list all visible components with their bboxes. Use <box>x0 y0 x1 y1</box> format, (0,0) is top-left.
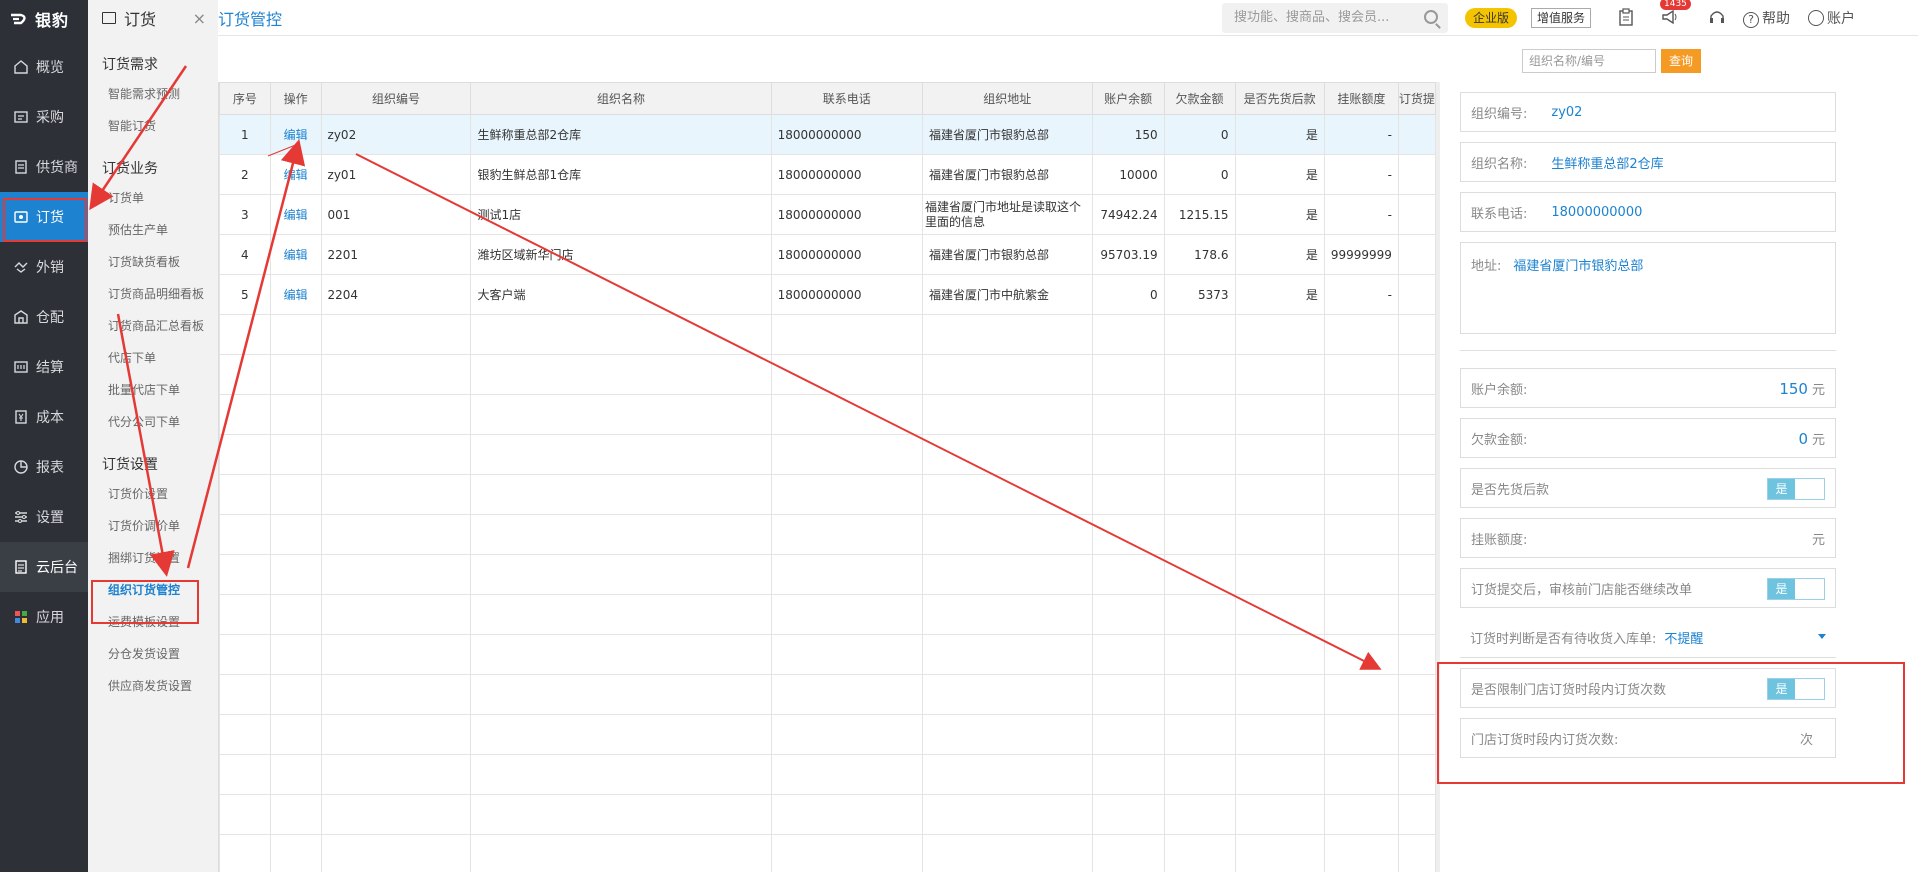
arrow-to-edit <box>186 139 306 569</box>
arrow-from-table <box>267 143 299 157</box>
arrow-to-nav <box>89 65 188 211</box>
arrow-to-panel <box>355 153 1382 670</box>
arrow-to-submenu <box>116 313 175 577</box>
annotation-arrows <box>89 65 1382 670</box>
